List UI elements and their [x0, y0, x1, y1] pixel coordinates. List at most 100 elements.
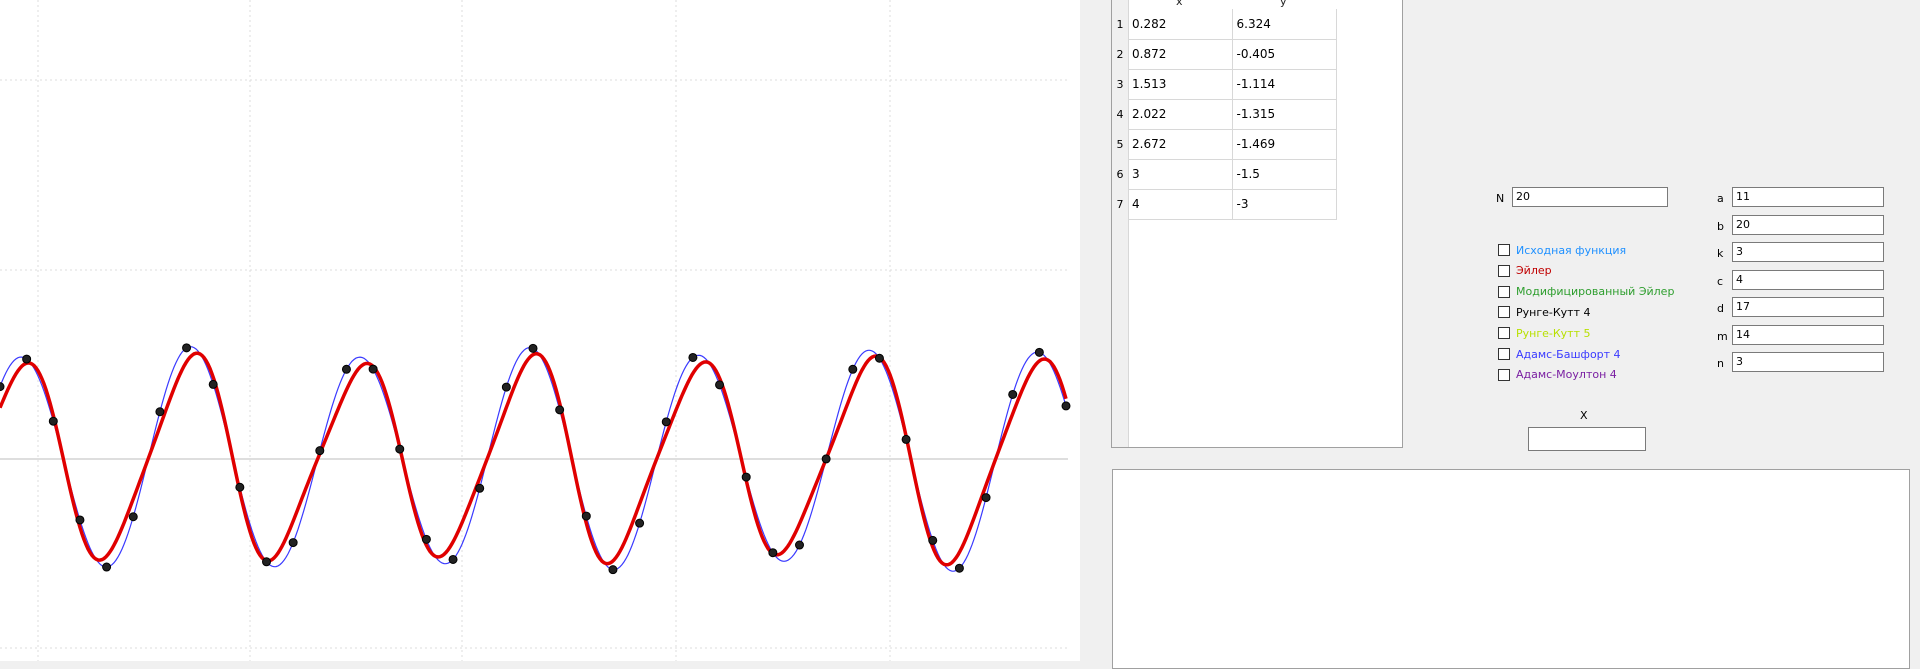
data-point-marker — [75, 515, 85, 525]
data-point-marker — [235, 482, 245, 492]
cell-y[interactable]: -1.114 — [1232, 69, 1337, 100]
data-point-marker — [262, 557, 271, 567]
data-point-marker — [315, 446, 325, 456]
checkbox[interactable] — [1498, 306, 1510, 319]
param-input-a[interactable]: 11 — [1732, 187, 1884, 207]
row-number: 1 — [1112, 9, 1128, 39]
method-label: Модифицированный Эйлер — [1516, 285, 1675, 299]
method-option[interactable]: Адамс-Моултон 4 — [1498, 367, 1617, 383]
data-point-marker — [22, 354, 32, 364]
param-input-c[interactable]: 4 — [1732, 269, 1884, 290]
checkbox[interactable] — [1498, 368, 1510, 381]
data-point-marker — [688, 352, 698, 362]
data-point-marker — [555, 405, 565, 415]
data-point-marker — [821, 454, 831, 464]
param-label-m: m — [1717, 329, 1728, 343]
data-point-marker — [475, 483, 485, 493]
cell-x[interactable]: 3 — [1128, 159, 1233, 190]
data-point-marker — [848, 364, 858, 374]
data-point-marker — [635, 518, 645, 528]
cell-x[interactable]: 1.513 — [1128, 69, 1233, 100]
cell-y[interactable]: -1.5 — [1232, 159, 1337, 190]
cell-x[interactable]: 2.022 — [1128, 99, 1233, 130]
param-label-c: c — [1717, 274, 1724, 288]
data-point-marker — [768, 548, 778, 558]
row-number: 3 — [1112, 69, 1128, 99]
param-label-d: d — [1717, 302, 1724, 315]
data-point-marker — [208, 379, 218, 389]
method-option[interactable]: Модифицированный Эйлер — [1498, 284, 1674, 300]
row-number: 4 — [1112, 99, 1128, 129]
cell-y[interactable]: 6.324 — [1232, 9, 1337, 40]
method-option[interactable]: Рунге-Кутт 5 — [1498, 325, 1590, 341]
method-option[interactable]: Исходная функция — [1498, 242, 1626, 258]
cell-y[interactable]: -0.405 — [1232, 39, 1337, 70]
x-label: X — [1580, 409, 1588, 422]
data-point-marker — [928, 535, 938, 545]
data-point-marker — [102, 562, 112, 572]
data-point-marker — [1061, 401, 1071, 411]
checkbox[interactable] — [1498, 285, 1510, 298]
param-label-k: k — [1717, 247, 1724, 260]
param-input-n[interactable]: 3 — [1732, 352, 1884, 372]
data-table[interactable]: x y 1 0.282 6.324 2 0.872 -0.405 3 1.513 -1.114 4… — [1111, 0, 1403, 448]
cell-x[interactable]: 0.282 — [1128, 9, 1233, 40]
param-input-m[interactable]: 14 — [1732, 324, 1884, 345]
checkbox[interactable] — [1498, 264, 1510, 277]
data-point-marker — [741, 472, 751, 482]
checkbox[interactable] — [1498, 327, 1510, 340]
n-label: N — [1496, 192, 1505, 205]
data-point-marker — [341, 364, 351, 374]
method-option[interactable]: Эйлер — [1498, 263, 1552, 279]
cell-x[interactable]: 4 — [1128, 189, 1233, 220]
cell-y[interactable]: -1.315 — [1232, 99, 1337, 130]
column-header-y[interactable]: y — [1280, 0, 1287, 8]
method-label: Адамс-Башфорт 4 — [1516, 347, 1621, 361]
data-point-marker — [954, 563, 964, 573]
n-input[interactable]: 20 — [1512, 187, 1668, 207]
checkbox[interactable] — [1498, 348, 1510, 360]
data-point-marker — [581, 511, 591, 521]
method-label: Исходная функция — [1516, 243, 1627, 257]
cell-y[interactable]: -3 — [1232, 189, 1337, 220]
cell-x[interactable]: 2.672 — [1128, 129, 1233, 160]
param-input-d[interactable]: 17 — [1732, 297, 1884, 317]
param-input-b[interactable]: 20 — [1732, 214, 1884, 235]
grid-lines — [0, 0, 1068, 661]
data-point-marker — [1034, 347, 1044, 357]
data-point-marker — [795, 540, 804, 550]
data-point-marker — [128, 512, 138, 522]
method-label: Рунге-Кутт 4 — [1516, 305, 1591, 319]
data-point-marker — [0, 382, 5, 392]
cell-y[interactable]: -1.469 — [1232, 129, 1337, 160]
row-number: 5 — [1112, 129, 1128, 159]
table-row[interactable]: 2 0.872 -0.405 — [1112, 39, 1337, 70]
plot-area[interactable] — [0, 0, 1080, 661]
data-point-marker — [715, 380, 725, 390]
data-point-marker — [661, 417, 671, 427]
method-label: Рунге-Кутт 5 — [1516, 326, 1591, 340]
table-row[interactable]: 6 3 -1.5 — [1112, 159, 1337, 190]
output-panel[interactable] — [1112, 469, 1910, 669]
data-point-marker — [608, 565, 618, 575]
table-row[interactable]: 4 2.022 -1.315 — [1112, 99, 1337, 130]
row-number: 6 — [1112, 159, 1128, 189]
data-point-marker — [1008, 389, 1018, 399]
data-point-marker — [901, 434, 911, 444]
param-input-k[interactable]: 3 — [1732, 242, 1884, 262]
x-input[interactable] — [1528, 427, 1646, 451]
table-row[interactable]: 7 4 -3 — [1112, 189, 1337, 220]
data-point-marker — [448, 554, 458, 564]
table-row[interactable]: 3 1.513 -1.114 — [1112, 69, 1337, 100]
table-row[interactable]: 5 2.672 -1.469 — [1112, 129, 1337, 160]
cell-x[interactable]: 0.872 — [1128, 39, 1233, 70]
checkbox[interactable] — [1498, 244, 1510, 256]
column-header-x[interactable]: x — [1176, 0, 1183, 8]
table-row[interactable]: 1 0.282 6.324 — [1112, 9, 1337, 40]
data-point-marker — [48, 416, 58, 426]
method-option[interactable]: Адамс-Башфорт 4 — [1498, 346, 1621, 362]
data-point-marker — [155, 407, 165, 417]
method-option[interactable]: Рунге-Кутт 4 — [1498, 304, 1590, 320]
row-number: 7 — [1112, 189, 1128, 219]
plot-canvas — [0, 0, 1071, 661]
